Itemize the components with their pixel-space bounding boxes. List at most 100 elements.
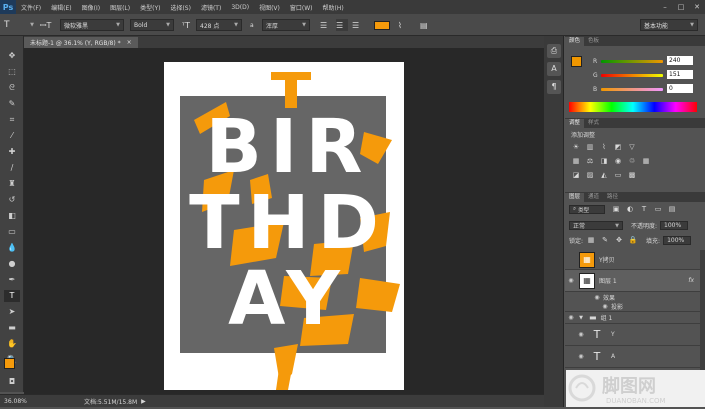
eraser-tool-icon[interactable]: ◧ bbox=[4, 210, 20, 222]
layers-scrollbar[interactable] bbox=[700, 250, 705, 370]
channel-mixer-icon[interactable]: ♲ bbox=[627, 157, 637, 166]
menu-filter[interactable]: 滤镜(T) bbox=[196, 3, 226, 12]
layer-row[interactable]: ▦ Y拷贝 bbox=[565, 250, 700, 270]
tab-channels[interactable]: 通道 bbox=[584, 193, 603, 202]
tab-color[interactable]: 颜色 bbox=[565, 37, 585, 46]
blue-value[interactable]: 0 bbox=[667, 84, 693, 93]
hue-saturation-icon[interactable]: ▦ bbox=[571, 157, 581, 166]
warp-text-icon[interactable]: ⌇ bbox=[398, 19, 410, 31]
group-row[interactable]: ◉ ▼ ▬ 组 1 bbox=[565, 312, 700, 324]
healing-brush-tool-icon[interactable]: ✚ bbox=[4, 146, 20, 158]
eye-icon[interactable]: ◉ bbox=[591, 294, 603, 301]
shape-tool-icon[interactable]: ▬ bbox=[4, 322, 20, 334]
layer-row[interactable]: ◉ T A bbox=[565, 346, 700, 368]
filter-shape-icon[interactable]: ▭ bbox=[653, 205, 663, 214]
pen-tool-icon[interactable]: ✒ bbox=[4, 274, 20, 286]
chevron-down-icon[interactable]: ▼ bbox=[577, 315, 585, 321]
red-value[interactable]: 240 bbox=[667, 56, 693, 65]
type-tool-icon[interactable]: T bbox=[4, 290, 20, 302]
menu-edit[interactable]: 编辑(E) bbox=[46, 3, 76, 12]
tab-swatches[interactable]: 色板 bbox=[584, 37, 603, 46]
text-orientation-icon[interactable]: ꟷT bbox=[40, 19, 54, 31]
layer-row[interactable]: ◉ T Y bbox=[565, 324, 700, 346]
maximize-icon[interactable]: □ bbox=[673, 3, 689, 11]
lasso-tool-icon[interactable]: ᘓ bbox=[4, 82, 20, 94]
document-canvas[interactable]: BIR THD AY bbox=[164, 62, 404, 390]
layer-name[interactable]: 图层 1 bbox=[599, 276, 617, 285]
document-tab[interactable]: 未标题-1 @ 36.1% (Y, RGB/8) * × bbox=[24, 37, 138, 48]
green-slider[interactable] bbox=[601, 74, 663, 77]
hand-tool-icon[interactable]: ✋ bbox=[4, 338, 20, 350]
tab-paths[interactable]: 路径 bbox=[603, 193, 622, 202]
brush-tool-icon[interactable]: ∕ bbox=[4, 162, 20, 174]
path-select-tool-icon[interactable]: ➤ bbox=[4, 306, 20, 318]
paragraph-panel-icon[interactable]: ¶ bbox=[547, 80, 561, 94]
threshold-icon[interactable]: ◭ bbox=[599, 171, 609, 180]
anti-alias-select[interactable]: 浑厚 ▼ bbox=[262, 19, 310, 31]
color-lookup-icon[interactable]: ▦ bbox=[641, 157, 651, 166]
photo-filter-icon[interactable]: ◉ bbox=[613, 157, 623, 166]
filter-pixel-icon[interactable]: ▣ bbox=[611, 205, 621, 214]
tab-styles[interactable]: 样式 bbox=[584, 119, 603, 128]
filter-adjustment-icon[interactable]: ◐ bbox=[625, 205, 635, 214]
align-center-icon[interactable]: ☰ bbox=[336, 19, 348, 31]
menu-view[interactable]: 视图(V) bbox=[254, 3, 285, 12]
history-panel-icon[interactable]: ⎙ bbox=[547, 44, 561, 58]
menu-image[interactable]: 图像(I) bbox=[77, 3, 105, 12]
dodge-tool-icon[interactable]: ● bbox=[4, 258, 20, 270]
lock-move-icon[interactable]: ✥ bbox=[614, 236, 624, 245]
close-icon[interactable]: ✕ bbox=[689, 3, 705, 11]
selective-color-icon[interactable]: ▩ bbox=[627, 171, 637, 180]
vibrance-icon[interactable]: ▽ bbox=[627, 143, 637, 152]
history-brush-tool-icon[interactable]: ↺ bbox=[4, 194, 20, 206]
eye-icon[interactable]: ◉ bbox=[565, 277, 577, 284]
eye-icon[interactable]: ◉ bbox=[599, 303, 611, 310]
chevron-right-icon[interactable]: ▶ bbox=[141, 398, 146, 405]
lock-brush-icon[interactable]: ✎ bbox=[600, 236, 610, 245]
invert-icon[interactable]: ◪ bbox=[571, 171, 581, 180]
opacity-input[interactable]: 100% bbox=[660, 221, 689, 230]
crop-tool-icon[interactable]: ⌗ bbox=[4, 114, 20, 126]
workspace-select[interactable]: 基本功能 ▼ bbox=[640, 19, 698, 31]
fx-badge[interactable]: fx bbox=[688, 277, 694, 284]
layer-name[interactable]: Y bbox=[611, 331, 615, 338]
layer-effect-row[interactable]: ◉ 效果 bbox=[565, 292, 700, 302]
zoom-level[interactable]: 36.08% bbox=[4, 398, 44, 405]
menu-3d[interactable]: 3D(D) bbox=[226, 4, 254, 11]
layer-effect-row[interactable]: ◉ 投影 bbox=[565, 302, 700, 312]
filter-smart-icon[interactable]: ▤ bbox=[667, 205, 677, 214]
font-family-select[interactable]: 微软雅黑 ▼ bbox=[60, 19, 124, 31]
group-name[interactable]: 组 1 bbox=[601, 313, 613, 322]
tab-layers[interactable]: 图层 bbox=[565, 193, 585, 202]
filter-type-icon[interactable]: T bbox=[639, 205, 649, 214]
eye-icon[interactable]: ◉ bbox=[565, 314, 577, 321]
eye-icon[interactable]: ◉ bbox=[575, 353, 587, 360]
lock-pixels-icon[interactable]: ▦ bbox=[586, 236, 596, 245]
menu-help[interactable]: 帮助(H) bbox=[318, 3, 349, 12]
eye-icon[interactable]: ◉ bbox=[575, 331, 587, 338]
align-right-icon[interactable]: ☰ bbox=[352, 19, 364, 31]
close-icon[interactable]: × bbox=[127, 39, 132, 46]
menu-window[interactable]: 窗口(W) bbox=[285, 3, 318, 12]
blue-slider[interactable] bbox=[601, 88, 663, 91]
character-panel-icon[interactable]: A bbox=[547, 62, 561, 76]
blend-mode-select[interactable]: 正常 ▼ bbox=[569, 221, 623, 230]
gradient-map-icon[interactable]: ▭ bbox=[613, 171, 623, 180]
menu-file[interactable]: 文件(F) bbox=[16, 3, 46, 12]
red-slider[interactable] bbox=[601, 60, 663, 63]
lock-all-icon[interactable]: 🔒 bbox=[628, 236, 638, 245]
blur-tool-icon[interactable]: 💧 bbox=[4, 242, 20, 254]
tool-preset-picker[interactable]: T ▼ bbox=[4, 19, 34, 31]
font-style-select[interactable]: Bold ▼ bbox=[130, 19, 174, 31]
layer-name[interactable]: Y拷贝 bbox=[599, 255, 615, 264]
fill-input[interactable]: 100% bbox=[663, 236, 692, 245]
menu-select[interactable]: 选择(S) bbox=[165, 3, 196, 12]
foreground-color-swatch[interactable] bbox=[4, 358, 15, 369]
menu-type[interactable]: 类型(Y) bbox=[135, 3, 165, 12]
layer-filter-select[interactable]: ⌕ 类型 bbox=[569, 205, 605, 214]
layer-row[interactable]: ◉ ▦ 图层 1 fx bbox=[565, 270, 700, 292]
clone-stamp-tool-icon[interactable]: ♜ bbox=[4, 178, 20, 190]
quick-select-tool-icon[interactable]: ✎ bbox=[4, 98, 20, 110]
layer-name[interactable]: A bbox=[611, 353, 615, 360]
color-spectrum-bar[interactable] bbox=[569, 102, 697, 112]
